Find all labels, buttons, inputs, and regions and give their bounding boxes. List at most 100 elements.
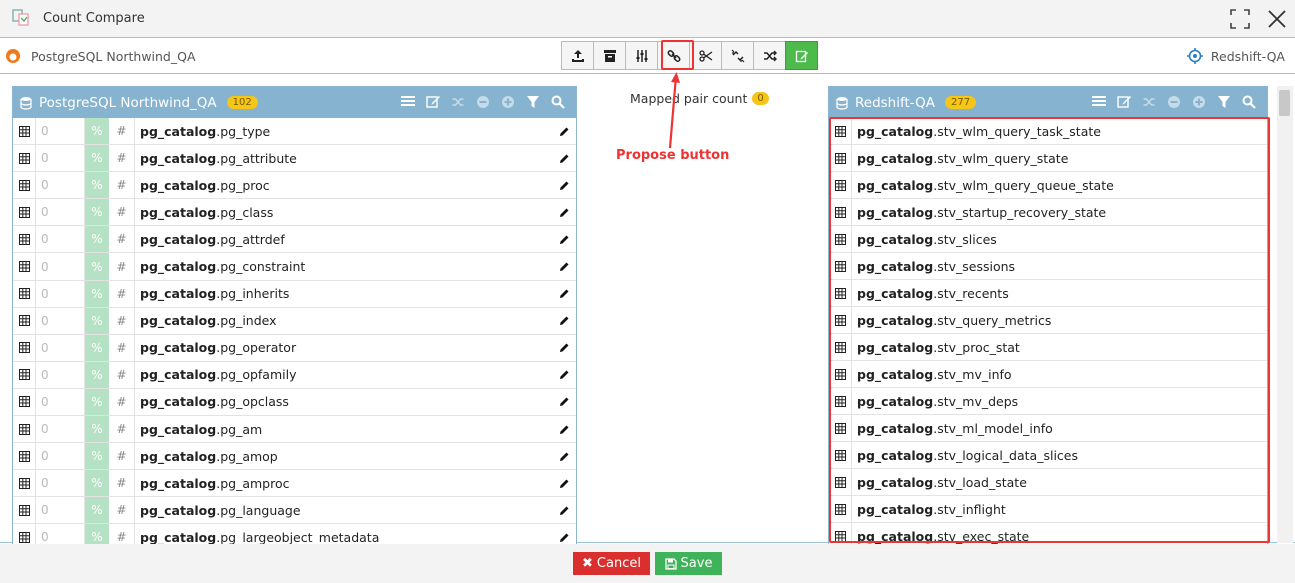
percent-cell[interactable]: % (85, 334, 109, 361)
row-count[interactable]: 0 (36, 524, 85, 545)
table-row[interactable]: 0% # pg_catalog.pg_attribute (13, 145, 576, 173)
hash-cell[interactable]: # (109, 199, 135, 226)
percent-cell[interactable]: % (85, 172, 109, 199)
table-row[interactable]: pg_catalog.stv_exec_state (829, 523, 1267, 545)
pencil-icon[interactable] (552, 532, 576, 543)
table-row[interactable]: pg_catalog.stv_slices (829, 226, 1267, 253)
table-row[interactable]: pg_catalog.stv_startup_recovery_state (829, 199, 1267, 226)
archive-button[interactable] (593, 41, 626, 70)
hash-cell[interactable]: # (109, 226, 135, 253)
table-row[interactable]: 0% # pg_catalog.pg_largeobject_metadata (13, 524, 576, 545)
table-row[interactable]: 0% # pg_catalog.pg_class (13, 199, 576, 227)
percent-cell[interactable]: % (85, 388, 109, 416)
table-row[interactable]: 0% # pg_catalog.pg_constraint (13, 253, 576, 281)
pencil-icon[interactable] (552, 126, 576, 137)
pencil-icon[interactable] (552, 478, 576, 489)
propose-button[interactable] (657, 41, 690, 70)
table-row[interactable]: pg_catalog.stv_wlm_query_task_state (829, 118, 1267, 145)
table-row[interactable]: pg_catalog.stv_ml_model_info (829, 415, 1267, 442)
pencil-icon[interactable] (552, 261, 576, 272)
edit-mapping-button[interactable] (785, 41, 818, 70)
table-row[interactable]: pg_catalog.stv_mv_deps (829, 388, 1267, 415)
filter-icon[interactable] (525, 94, 541, 110)
table-row[interactable]: 0% # pg_catalog.pg_am (13, 416, 576, 444)
table-row[interactable]: 0% # pg_catalog.pg_proc (13, 172, 576, 200)
table-row[interactable]: 0% # pg_catalog.pg_type (13, 118, 576, 146)
hash-cell[interactable]: # (109, 443, 135, 470)
hash-cell[interactable]: # (109, 118, 135, 145)
save-button[interactable]: Save (655, 552, 722, 575)
percent-cell[interactable]: % (85, 280, 109, 307)
table-row[interactable]: 0% # pg_catalog.pg_language (13, 497, 576, 525)
percent-cell[interactable]: % (85, 497, 109, 524)
hash-cell[interactable]: # (109, 361, 135, 388)
hash-cell[interactable]: # (109, 253, 135, 280)
search-icon[interactable] (1241, 94, 1257, 110)
settings-sliders-button[interactable] (625, 41, 658, 70)
row-count[interactable]: 0 (36, 145, 85, 172)
pencil-icon[interactable] (552, 153, 576, 164)
list-icon[interactable] (1091, 94, 1107, 110)
row-count[interactable]: 0 (36, 388, 85, 416)
cut-button[interactable] (689, 41, 722, 70)
pencil-icon[interactable] (552, 288, 576, 299)
search-icon[interactable] (550, 94, 566, 110)
edit-icon[interactable] (425, 94, 441, 110)
pencil-icon[interactable] (552, 396, 576, 407)
edit-icon[interactable] (1116, 94, 1132, 110)
cancel-button[interactable]: ✖ Cancel (573, 552, 650, 575)
row-count[interactable]: 0 (36, 497, 85, 524)
pencil-icon[interactable] (552, 451, 576, 462)
pencil-icon[interactable] (552, 207, 576, 218)
percent-cell[interactable]: % (85, 199, 109, 226)
table-row[interactable]: pg_catalog.stv_wlm_query_queue_state (829, 172, 1267, 199)
row-count[interactable]: 0 (36, 416, 85, 443)
hash-cell[interactable]: # (109, 470, 135, 497)
pencil-icon[interactable] (552, 369, 576, 380)
hash-cell[interactable]: # (109, 416, 135, 443)
vertical-scrollbar[interactable] (1277, 86, 1293, 543)
table-row[interactable]: pg_catalog.stv_wlm_query_state (829, 145, 1267, 172)
table-row[interactable]: 0% # pg_catalog.pg_operator (13, 334, 576, 362)
percent-cell[interactable]: % (85, 145, 109, 172)
row-count[interactable]: 0 (36, 443, 85, 470)
table-row[interactable]: pg_catalog.stv_sessions (829, 253, 1267, 280)
percent-cell[interactable]: % (85, 470, 109, 497)
pencil-icon[interactable] (552, 180, 576, 191)
hash-cell[interactable]: # (109, 334, 135, 361)
percent-cell[interactable]: % (85, 416, 109, 443)
maximize-icon[interactable] (1228, 7, 1252, 31)
shuffle-button[interactable] (753, 41, 786, 70)
table-row[interactable]: 0% # pg_catalog.pg_attrdef (13, 226, 576, 254)
hash-cell[interactable]: # (109, 497, 135, 524)
hash-cell[interactable]: # (109, 524, 135, 545)
list-icon[interactable] (400, 94, 416, 110)
hash-cell[interactable]: # (109, 145, 135, 172)
upload-button[interactable] (561, 41, 594, 70)
row-count[interactable]: 0 (36, 253, 85, 280)
table-row[interactable]: pg_catalog.stv_recents (829, 280, 1267, 307)
pencil-icon[interactable] (552, 234, 576, 245)
hash-cell[interactable]: # (109, 388, 135, 416)
table-row[interactable]: pg_catalog.stv_query_metrics (829, 307, 1267, 334)
percent-cell[interactable]: % (85, 118, 109, 145)
percent-cell[interactable]: % (85, 361, 109, 388)
unlink-button[interactable] (721, 41, 754, 70)
percent-cell[interactable]: % (85, 253, 109, 280)
pencil-icon[interactable] (552, 424, 576, 435)
table-row[interactable]: 0% # pg_catalog.pg_opclass (13, 388, 576, 417)
scrollbar-thumb[interactable] (1279, 90, 1290, 116)
row-count[interactable]: 0 (36, 199, 85, 226)
hash-cell[interactable]: # (109, 307, 135, 334)
row-count[interactable]: 0 (36, 361, 85, 388)
hash-cell[interactable]: # (109, 172, 135, 199)
hash-cell[interactable]: # (109, 280, 135, 307)
percent-cell[interactable]: % (85, 307, 109, 334)
pencil-icon[interactable] (552, 505, 576, 516)
table-row[interactable]: 0% # pg_catalog.pg_inherits (13, 280, 576, 308)
table-row[interactable]: pg_catalog.stv_load_state (829, 469, 1267, 496)
table-row[interactable]: pg_catalog.stv_inflight (829, 496, 1267, 523)
table-row[interactable]: pg_catalog.stv_mv_info (829, 361, 1267, 388)
row-count[interactable]: 0 (36, 334, 85, 361)
percent-cell[interactable]: % (85, 443, 109, 470)
